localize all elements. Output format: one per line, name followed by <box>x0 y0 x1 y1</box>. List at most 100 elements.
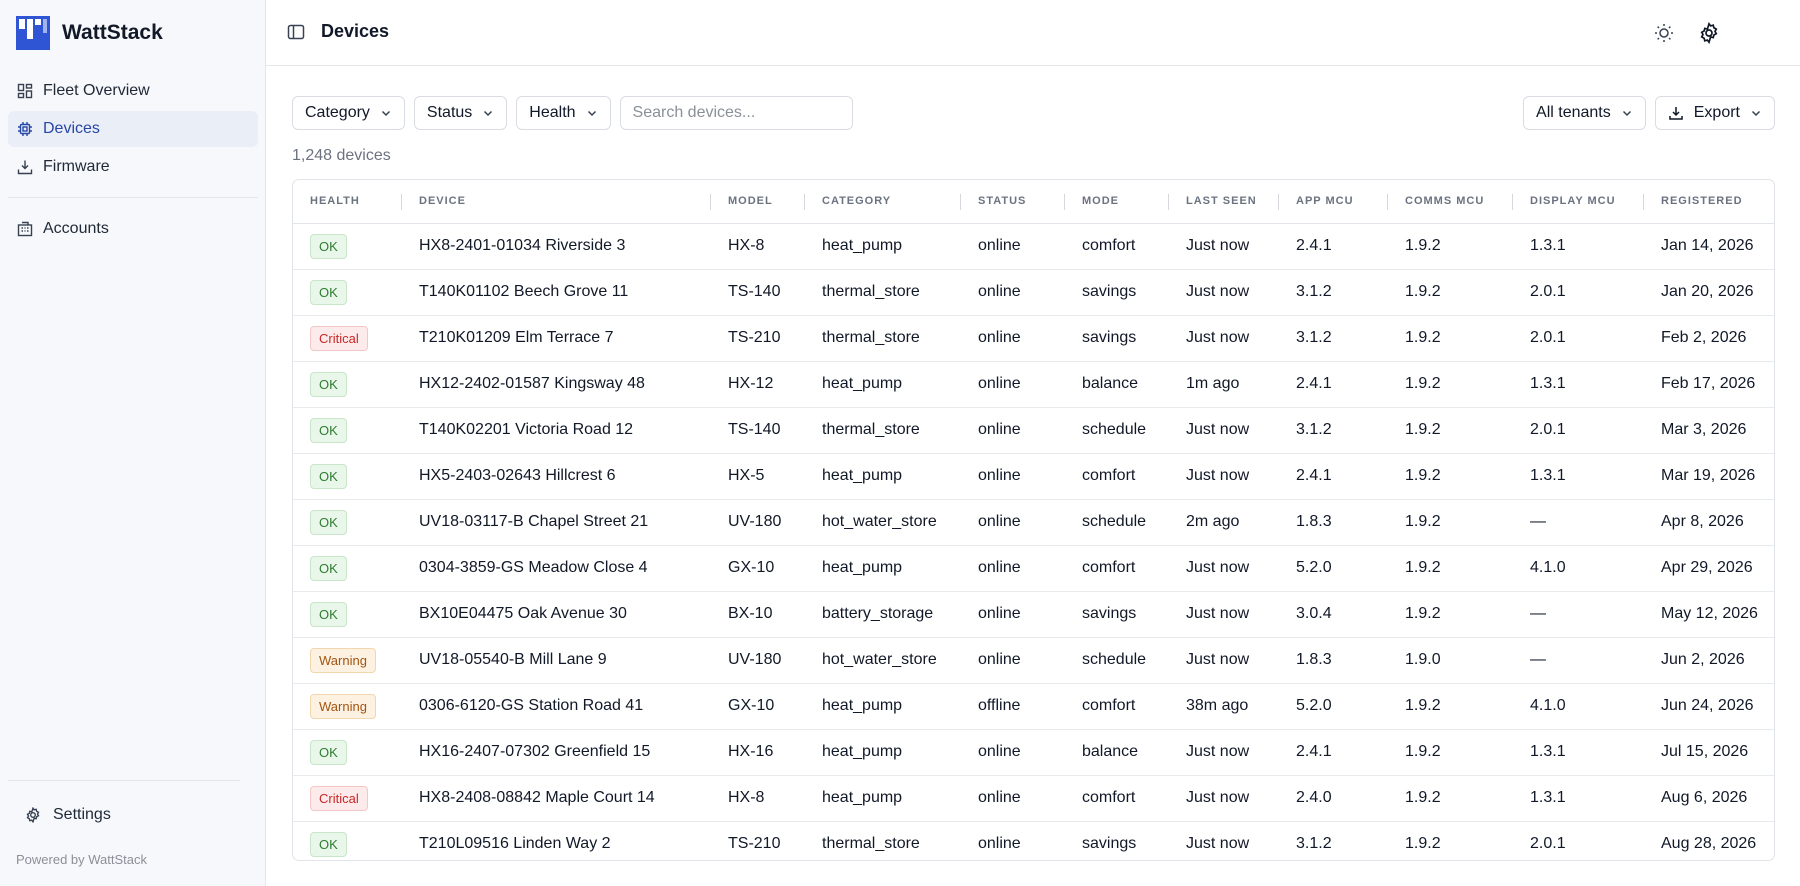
cell-model: HX-5 <box>711 453 805 500</box>
cell-registered: Jan 14, 2026 <box>1644 223 1774 270</box>
cell-category: thermal_store <box>805 315 961 362</box>
table-row[interactable]: OK HX16-2407-07302 Greenfield 15 HX-16 heat… <box>293 729 1774 776</box>
health-badge: OK <box>310 417 347 443</box>
column-header-last-seen[interactable]: Last Seen <box>1169 180 1279 224</box>
cell-comms-mcu: 1.9.2 <box>1388 407 1513 454</box>
column-header-label: Health <box>310 195 360 208</box>
cell-model: GX-10 <box>711 683 805 730</box>
cell-status: online <box>961 637 1065 684</box>
cell-last-seen: 2m ago <box>1169 499 1279 546</box>
cell-display-mcu: — <box>1513 637 1644 684</box>
column-header-health[interactable]: Health <box>293 180 402 224</box>
cell-status: online <box>978 835 1021 853</box>
table-row[interactable]: OK HX5-2403-02643 Hillcrest 6 HX-5 heat_pum… <box>293 453 1774 500</box>
column-header-status[interactable]: Status <box>961 180 1065 224</box>
export-button[interactable]: Export <box>1654 96 1775 130</box>
brand[interactable]: WattStack <box>16 16 163 50</box>
cell-display-mcu: — <box>1513 499 1644 546</box>
chip-icon <box>18 122 32 136</box>
column-header-display-mcu[interactable]: Display MCU <box>1513 180 1644 224</box>
chevron-down-icon <box>484 110 493 117</box>
column-header-label: Display MCU <box>1530 195 1616 208</box>
health-filter-label: Health <box>529 104 576 121</box>
column-header-device[interactable]: Device <box>402 180 711 224</box>
cell-status: online <box>961 407 1065 454</box>
search-input[interactable] <box>619 96 853 130</box>
sidebar-item-settings[interactable]: Settings <box>16 798 111 832</box>
health-badge: OK <box>310 371 347 397</box>
table-row[interactable]: OK T140K01102 Beech Grove 11 TS-140 thermal… <box>293 269 1774 316</box>
cell-model: UV-180 <box>711 499 805 546</box>
cell-status: online <box>961 729 1065 776</box>
sidebar-item-firmware[interactable]: Firmware <box>8 149 258 185</box>
column-header-label: App MCU <box>1296 195 1354 208</box>
chevron-down-icon <box>381 110 390 117</box>
cell-device: UV18-03117-B Chapel Street 21 <box>402 499 711 546</box>
cell-model: HX-8 <box>711 223 805 270</box>
cell-registered: Jun 24, 2026 <box>1644 683 1774 730</box>
cell-display-mcu: 2.0.1 <box>1513 315 1644 362</box>
cell-mode: savings <box>1082 835 1137 853</box>
table-row[interactable]: Warning UV18-05540-B Mill Lane 9 UV-180 hot… <box>293 637 1774 684</box>
gear-icon <box>26 807 40 823</box>
cell-category: heat_pump <box>805 729 961 776</box>
status-filter-button[interactable]: Status <box>413 96 508 130</box>
chevron-down-icon <box>1751 110 1761 117</box>
sidebar-item-fleet-overview[interactable]: Fleet Overview <box>8 73 258 109</box>
column-header-model[interactable]: Model <box>711 180 805 224</box>
cell-mode: balance <box>1065 729 1169 776</box>
table-row[interactable]: OK HX12-2402-01587 Kingsway 48 HX-12 heat_p… <box>293 361 1774 408</box>
cell-health: Warning <box>293 637 402 684</box>
table-row[interactable]: OK HX8-2401-01034 Riverside 3 HX-8 heat_pum… <box>293 223 1774 270</box>
cell-model: TS-210 <box>728 835 781 853</box>
table-row[interactable]: Critical T210K01209 Elm Terrace 7 TS-210 th… <box>293 315 1774 362</box>
table-body: OK HX8-2401-01034 Riverside 3 HX-8 heat_pum… <box>293 223 1774 860</box>
table-row[interactable]: Critical HX8-2408-08842 Maple Court 14 HX-… <box>293 775 1774 822</box>
category-filter-button[interactable]: Category <box>292 96 405 130</box>
cell-category: heat_pump <box>805 453 961 500</box>
sidebar-item-label: Accounts <box>43 220 109 237</box>
cell-health: OK <box>293 821 402 860</box>
table-row[interactable]: OK T140K02201 Victoria Road 12 TS-140 therm… <box>293 407 1774 454</box>
cell-health: OK <box>293 729 402 776</box>
health-badge: Critical <box>310 325 368 351</box>
cell-registered: Jan 20, 2026 <box>1644 269 1774 316</box>
cell-category: thermal_store <box>822 835 920 853</box>
cell-status: online <box>961 545 1065 592</box>
cell-registered: May 12, 2026 <box>1644 591 1774 638</box>
column-header-registered[interactable]: Registered <box>1644 180 1774 224</box>
table-row[interactable]: OK T210L09516 Linden Way 2 TS-210 thermal_s… <box>293 821 1774 860</box>
column-header-mode[interactable]: Mode <box>1065 180 1169 224</box>
column-header-comms-mcu[interactable]: Comms MCU <box>1388 180 1513 224</box>
column-header-app-mcu[interactable]: App MCU <box>1279 180 1388 224</box>
cell-comms-mcu: 1.9.2 <box>1388 223 1513 270</box>
health-filter-button[interactable]: Health <box>516 96 611 130</box>
cell-health: OK <box>293 361 402 408</box>
cell-device: 0304-3859-GS Meadow Close 4 <box>402 545 711 592</box>
cell-mode: comfort <box>1065 683 1169 730</box>
chevron-down-icon <box>1622 110 1631 117</box>
column-header-category[interactable]: Category <box>805 180 961 224</box>
sidebar-nav: Fleet Overview Devices Firmware Accounts <box>8 73 258 249</box>
devices-table: Health Device Model Category Status Mode Last … <box>292 179 1775 861</box>
sidebar-item-accounts[interactable]: Accounts <box>8 211 258 247</box>
cell-model: BX-10 <box>711 591 805 638</box>
cell-last-seen: Just now <box>1169 315 1279 362</box>
cell-health: OK <box>293 453 402 500</box>
table-row[interactable]: OK UV18-03117-B Chapel Street 21 UV-180 hot… <box>293 499 1774 546</box>
health-badge: OK <box>310 831 347 857</box>
export-label: Export <box>1693 104 1740 121</box>
sidebar-item-devices[interactable]: Devices <box>8 111 258 147</box>
sidebar-toggle-icon[interactable] <box>287 23 305 41</box>
table-row[interactable]: OK BX10E04475 Oak Avenue 30 BX-10 battery_s… <box>293 591 1774 638</box>
sun-icon[interactable] <box>1653 22 1675 44</box>
table-row[interactable]: Warning 0306-6120-GS Station Road 41 GX-10… <box>293 683 1774 730</box>
gear-icon[interactable] <box>1698 21 1720 45</box>
tenant-select-button[interactable]: All tenants <box>1523 96 1646 130</box>
right-toolbar: All tenants Export <box>1514 96 1775 130</box>
category-filter-label: Category <box>305 104 370 121</box>
cell-comms-mcu: 1.9.2 <box>1388 269 1513 316</box>
cell-category: hot_water_store <box>805 499 961 546</box>
cell-registered: Jul 15, 2026 <box>1644 729 1774 776</box>
table-row[interactable]: OK 0304-3859-GS Meadow Close 4 GX-10 heat_p… <box>293 545 1774 592</box>
